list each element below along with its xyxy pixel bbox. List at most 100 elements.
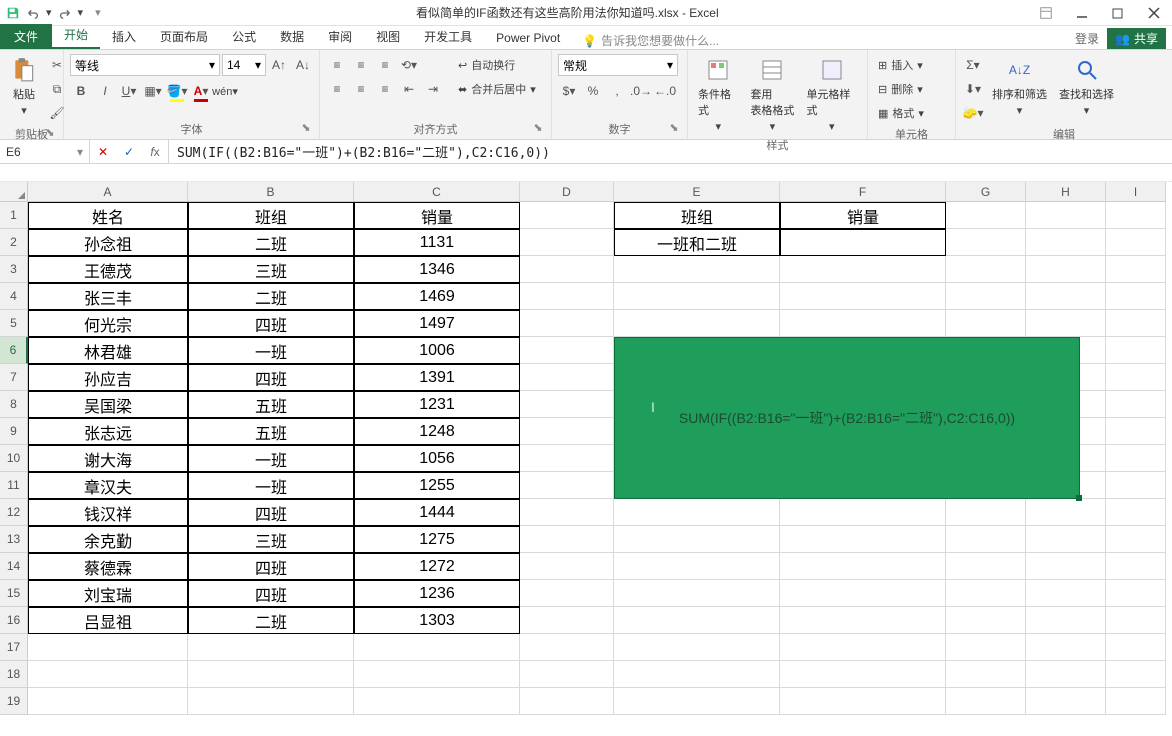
enter-formula-icon[interactable]: ✓ [116, 145, 142, 159]
cell-D3[interactable] [520, 256, 614, 283]
col-header-D[interactable]: D [520, 182, 614, 202]
cell-H15[interactable] [1026, 580, 1106, 607]
cell-B10[interactable]: 一班 [188, 445, 354, 472]
launcher-icon[interactable]: ⬊ [43, 126, 57, 140]
cell-A5[interactable]: 何光宗 [28, 310, 188, 337]
cell-A18[interactable] [28, 661, 188, 688]
cell-A4[interactable]: 张三丰 [28, 283, 188, 310]
cell-E1[interactable]: 班组 [614, 202, 780, 229]
row-header-19[interactable]: 19 [0, 688, 28, 715]
cell-G1[interactable] [946, 202, 1026, 229]
cell-B6[interactable]: 一班 [188, 337, 354, 364]
align-right-icon[interactable]: ≡ [374, 78, 396, 100]
cell-I6[interactable] [1106, 337, 1166, 364]
cell-E17[interactable] [614, 634, 780, 661]
tab-formulas[interactable]: 公式 [220, 24, 268, 49]
cell-H12[interactable] [1026, 499, 1106, 526]
row-header-9[interactable]: 9 [0, 418, 28, 445]
cell-E15[interactable] [614, 580, 780, 607]
cell-A10[interactable]: 谢大海 [28, 445, 188, 472]
currency-icon[interactable]: $▾ [558, 80, 580, 102]
cell-F16[interactable] [780, 607, 946, 634]
cell-F1[interactable]: 销量 [780, 202, 946, 229]
cell-I19[interactable] [1106, 688, 1166, 715]
cell-E3[interactable] [614, 256, 780, 283]
fill-handle[interactable] [1076, 495, 1082, 501]
cell-B14[interactable]: 四班 [188, 553, 354, 580]
cell-I10[interactable] [1106, 445, 1166, 472]
row-header-15[interactable]: 15 [0, 580, 28, 607]
phonetic-icon[interactable]: wén▾ [214, 80, 236, 102]
cell-B3[interactable]: 三班 [188, 256, 354, 283]
align-left-icon[interactable]: ≡ [326, 78, 348, 100]
cell-F4[interactable] [780, 283, 946, 310]
cell-C4[interactable]: 1469 [354, 283, 520, 310]
cell-D13[interactable] [520, 526, 614, 553]
font-size-combo[interactable]: 14▾ [222, 54, 266, 76]
cell-D19[interactable] [520, 688, 614, 715]
align-top-icon[interactable]: ≡ [326, 54, 348, 76]
comma-icon[interactable]: , [606, 80, 628, 102]
align-center-icon[interactable]: ≡ [350, 78, 372, 100]
row-header-18[interactable]: 18 [0, 661, 28, 688]
cell-I11[interactable] [1106, 472, 1166, 499]
cell-C1[interactable]: 销量 [354, 202, 520, 229]
row-header-14[interactable]: 14 [0, 553, 28, 580]
cell-D15[interactable] [520, 580, 614, 607]
cell-F17[interactable] [780, 634, 946, 661]
row-header-2[interactable]: 2 [0, 229, 28, 256]
cell-B7[interactable]: 四班 [188, 364, 354, 391]
cell-A1[interactable]: 姓名 [28, 202, 188, 229]
cell-C2[interactable]: 1131 [354, 229, 520, 256]
table-format-button[interactable]: 套用 表格格式▾ [746, 54, 798, 135]
insert-cells-button[interactable]: ⊞插入▾ [874, 54, 927, 76]
row-header-7[interactable]: 7 [0, 364, 28, 391]
cell-E2[interactable]: 一班和二班 [614, 229, 780, 256]
cell-F2[interactable] [780, 229, 946, 256]
cell-D12[interactable] [520, 499, 614, 526]
tab-file[interactable]: 文件 [0, 24, 52, 49]
cell-C12[interactable]: 1444 [354, 499, 520, 526]
cell-D1[interactable] [520, 202, 614, 229]
cell-G18[interactable] [946, 661, 1026, 688]
cell-I14[interactable] [1106, 553, 1166, 580]
cell-C7[interactable]: 1391 [354, 364, 520, 391]
cell-B16[interactable]: 二班 [188, 607, 354, 634]
cell-F5[interactable] [780, 310, 946, 337]
border-icon[interactable]: ▦▾ [142, 80, 164, 102]
cell-I17[interactable] [1106, 634, 1166, 661]
tab-developer[interactable]: 开发工具 [412, 24, 484, 49]
cell-I3[interactable] [1106, 256, 1166, 283]
minimize-button[interactable] [1064, 0, 1100, 26]
row-header-6[interactable]: 6 [0, 337, 28, 364]
cell-H18[interactable] [1026, 661, 1106, 688]
cell-D17[interactable] [520, 634, 614, 661]
cell-I15[interactable] [1106, 580, 1166, 607]
col-header-B[interactable]: B [188, 182, 354, 202]
formula-overlay[interactable]: ISUM(IF((B2:B16="一班")+(B2:B16="二班"),C2:C… [614, 337, 1080, 499]
number-format-combo[interactable]: 常规▾ [558, 54, 678, 76]
cell-H19[interactable] [1026, 688, 1106, 715]
cell-H13[interactable] [1026, 526, 1106, 553]
row-header-4[interactable]: 4 [0, 283, 28, 310]
cell-B18[interactable] [188, 661, 354, 688]
cell-G12[interactable] [946, 499, 1026, 526]
cell-H17[interactable] [1026, 634, 1106, 661]
cell-D2[interactable] [520, 229, 614, 256]
tab-review[interactable]: 审阅 [316, 24, 364, 49]
cell-F14[interactable] [780, 553, 946, 580]
cell-D10[interactable] [520, 445, 614, 472]
cell-B15[interactable]: 四班 [188, 580, 354, 607]
cell-B12[interactable]: 四班 [188, 499, 354, 526]
tab-powerpivot[interactable]: Power Pivot [484, 27, 572, 49]
dec-decimal-icon[interactable]: ←.0 [654, 80, 676, 102]
row-header-10[interactable]: 10 [0, 445, 28, 472]
cell-G15[interactable] [946, 580, 1026, 607]
font-name-combo[interactable]: 等线▾ [70, 54, 220, 76]
cell-G16[interactable] [946, 607, 1026, 634]
underline-icon[interactable]: U▾ [118, 80, 140, 102]
inc-decimal-icon[interactable]: .0→ [630, 80, 652, 102]
row-header-11[interactable]: 11 [0, 472, 28, 499]
cell-A17[interactable] [28, 634, 188, 661]
cell-C16[interactable]: 1303 [354, 607, 520, 634]
